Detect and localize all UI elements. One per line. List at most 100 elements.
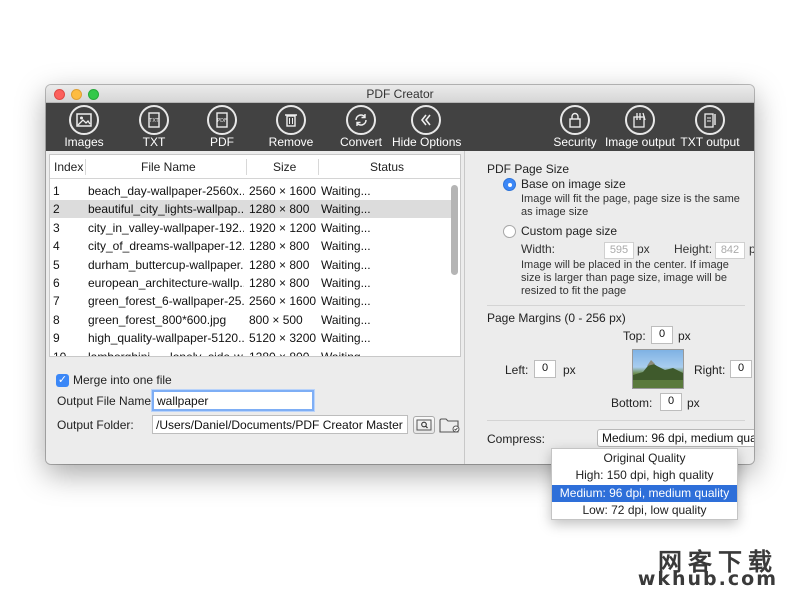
- row-file-name: european_architecture-wallp...: [88, 276, 244, 290]
- row-status: Waiting...: [321, 184, 371, 198]
- table-row[interactable]: 9 high_quality-wallpaper-5120... 5120 × 32…: [50, 329, 454, 347]
- height-input[interactable]: 842: [715, 242, 745, 259]
- table-row[interactable]: 6 european_architecture-wallp... 1280 × 80…: [50, 274, 454, 292]
- table-row[interactable]: 7 green_forest_6-wallpaper-25... 2560 × 16…: [50, 292, 454, 310]
- choose-folder-button[interactable]: [439, 416, 461, 434]
- row-index: 1: [53, 184, 60, 198]
- image-output-button[interactable]: Image output: [604, 105, 676, 151]
- reveal-folder-button[interactable]: [413, 416, 435, 434]
- column-header-status[interactable]: Status: [370, 160, 404, 174]
- merge-label: Merge into one file: [73, 373, 172, 387]
- table-row[interactable]: 1 beach_day-wallpaper-2560x... 2560 × 1600…: [50, 182, 454, 200]
- scrollbar-thumb[interactable]: [451, 185, 458, 275]
- row-size: 1280 × 800: [249, 276, 310, 290]
- txt-button[interactable]: TXT TXT: [134, 105, 174, 151]
- image-output-icon: [625, 105, 655, 135]
- row-index: 2: [53, 202, 60, 217]
- margin-preview-image: [632, 349, 684, 389]
- row-index: 9: [53, 331, 60, 346]
- security-button[interactable]: Security: [551, 105, 599, 151]
- section-divider: [487, 305, 745, 306]
- convert-button[interactable]: Convert: [338, 105, 384, 151]
- row-status: Waiting...: [321, 349, 371, 357]
- table-row[interactable]: 2 beautiful_city_lights-wallpap... 1280 × …: [50, 200, 454, 219]
- hide-options-button[interactable]: Hide Options: [392, 105, 461, 151]
- pdf-button[interactable]: PDF PDF: [202, 105, 242, 151]
- remove-button[interactable]: Remove: [268, 105, 314, 151]
- width-input[interactable]: 595: [604, 242, 634, 259]
- watermark-url: wkhub.com: [637, 568, 778, 590]
- table-scrollbar[interactable]: [451, 181, 458, 355]
- top-margin-input[interactable]: 0: [651, 326, 673, 344]
- txt-output-icon: [695, 105, 725, 135]
- custom-page-size-label: Custom page size: [521, 224, 618, 238]
- width-unit: px: [637, 242, 650, 256]
- right-margin-input[interactable]: 0: [730, 360, 752, 378]
- images-button[interactable]: Images: [64, 105, 104, 151]
- compress-dropdown-menu: Original Quality High: 150 dpi, high qua…: [551, 448, 738, 520]
- row-size: 1920 × 1200: [249, 220, 317, 235]
- row-index: 4: [53, 239, 60, 254]
- pdf-file-icon: PDF: [207, 105, 237, 135]
- magnifier-icon: [416, 419, 432, 431]
- trash-icon: [276, 105, 306, 135]
- row-file-name: durham_buttercup-wallpaper...: [88, 257, 244, 272]
- row-status: Waiting...: [321, 220, 371, 235]
- left-margin-input[interactable]: 0: [534, 360, 556, 378]
- table-row[interactable]: 8 green_forest_800*600.jpg 800 × 500 Waitin…: [50, 311, 454, 329]
- convert-button-label: Convert: [339, 135, 383, 149]
- row-file-name: city_of_dreams-wallpaper-12...: [88, 239, 244, 254]
- row-status: Waiting...: [321, 312, 371, 327]
- table-row[interactable]: 10 lamborghini___lonely_side-w... 1280 × 8…: [50, 348, 454, 357]
- lock-icon: [560, 105, 590, 135]
- txt-button-label: TXT: [142, 135, 166, 149]
- output-file-name-input[interactable]: wallpaper: [152, 390, 314, 411]
- merge-checkbox[interactable]: ✓: [56, 374, 69, 387]
- base-on-image-size-radio[interactable]: [503, 178, 516, 191]
- bottom-margin-input[interactable]: 0: [660, 393, 682, 411]
- table-row[interactable]: 5 durham_buttercup-wallpaper... 1280 × 800…: [50, 256, 454, 274]
- bottom-margin-unit: px: [687, 396, 700, 410]
- compress-selected-value: Medium: 96 dpi, medium quality: [602, 431, 754, 445]
- output-folder-path[interactable]: /Users/Daniel/Documents/PDF Creator Mast…: [152, 415, 408, 434]
- compress-select[interactable]: Medium: 96 dpi, medium quality: [597, 429, 754, 447]
- table-row[interactable]: 4 city_of_dreams-wallpaper-12... 1280 × 80…: [50, 237, 454, 255]
- column-header-index[interactable]: Index: [54, 160, 83, 174]
- images-button-label: Images: [64, 135, 104, 149]
- options-panel: PDF Page Size Base on image size Image w…: [465, 151, 754, 464]
- table-row[interactable]: 3 city_in_valley-wallpaper-192... 1920 × 1…: [50, 219, 454, 237]
- txt-file-icon: TXT: [139, 105, 169, 135]
- column-header-size[interactable]: Size: [273, 160, 296, 174]
- compress-label: Compress:: [487, 432, 546, 446]
- row-status: Waiting...: [321, 239, 371, 254]
- pdf-button-label: PDF: [210, 135, 234, 149]
- compress-option-low[interactable]: Low: 72 dpi, low quality: [552, 502, 737, 519]
- security-button-label: Security: [553, 135, 597, 149]
- table-header: Index File Name Size Status: [50, 155, 460, 179]
- row-index: 7: [53, 294, 60, 309]
- txt-output-button[interactable]: TXT output: [678, 105, 742, 151]
- row-status: Waiting...: [321, 202, 371, 217]
- window-title: PDF Creator: [366, 87, 434, 101]
- compress-option-original[interactable]: Original Quality: [552, 450, 737, 467]
- row-size: 5120 × 3200: [249, 331, 317, 346]
- row-index: 8: [53, 312, 60, 327]
- row-index: 5: [53, 257, 60, 272]
- remove-button-label: Remove: [268, 135, 314, 149]
- compress-option-high[interactable]: High: 150 dpi, high quality: [552, 467, 737, 484]
- column-separator: [318, 159, 319, 175]
- left-margin-label: Left:: [505, 363, 529, 377]
- compress-option-medium[interactable]: Medium: 96 dpi, medium quality: [552, 485, 737, 502]
- base-on-image-desc: Image will fit the page, page size is th…: [521, 193, 740, 205]
- height-unit: px: [749, 242, 754, 256]
- image-output-button-label: Image output: [604, 135, 676, 149]
- section-divider: [487, 420, 745, 421]
- file-table[interactable]: Index File Name Size Status 1 beach_day-w…: [49, 154, 461, 357]
- row-status: Waiting...: [321, 331, 371, 346]
- column-header-file-name[interactable]: File Name: [141, 160, 196, 174]
- bottom-margin-label: Bottom:: [611, 396, 653, 410]
- top-margin-label: Top:: [623, 329, 646, 343]
- folder-icon: [439, 418, 460, 433]
- custom-page-size-radio[interactable]: [503, 225, 516, 238]
- column-separator: [246, 159, 247, 175]
